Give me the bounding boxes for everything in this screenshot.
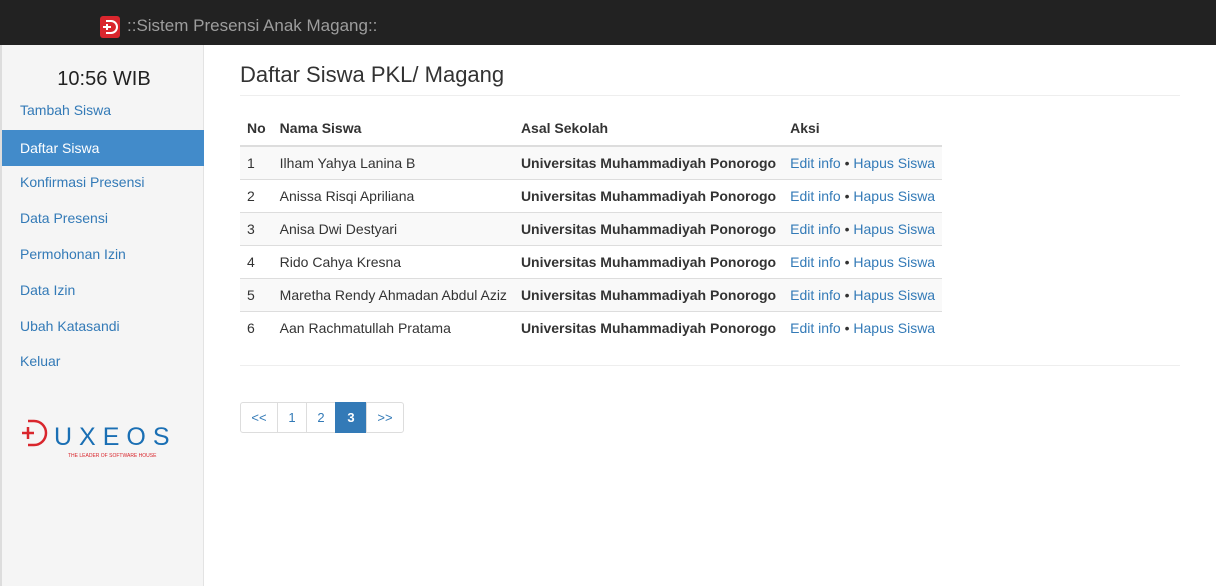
cell-school: Universitas Muhammadiyah Ponorogo bbox=[513, 145, 784, 179]
page-title: Daftar Siswa PKL/ Magang bbox=[240, 62, 505, 87]
sidebar-item-ubah-katasandi[interactable]: Ubah Katasandi bbox=[2, 308, 204, 344]
students-table: No Nama Siswa Asal Sekolah Aksi 1 Ilham … bbox=[240, 111, 943, 344]
hapus-siswa-link[interactable]: Hapus Siswa bbox=[853, 221, 935, 237]
pagination-page-2[interactable]: 2 bbox=[306, 402, 336, 433]
cell-school: Universitas Muhammadiyah Ponorogo bbox=[513, 310, 784, 344]
cell-name: Ilham Yahya Lanina B bbox=[272, 145, 514, 179]
action-separator: • bbox=[844, 220, 850, 237]
hapus-siswa-link[interactable]: Hapus Siswa bbox=[853, 287, 935, 303]
cell-no: 6 bbox=[240, 310, 273, 344]
action-separator: • bbox=[844, 253, 850, 270]
hapus-siswa-link[interactable]: Hapus Siswa bbox=[853, 155, 935, 171]
cell-school: Universitas Muhammadiyah Ponorogo bbox=[513, 277, 784, 311]
sidebar-item-tambah-siswa[interactable]: Tambah Siswa bbox=[2, 92, 204, 128]
cell-actions: Edit info • Hapus Siswa bbox=[783, 277, 943, 311]
table-header-row: No Nama Siswa Asal Sekolah Aksi bbox=[240, 111, 943, 147]
pagination-page-1[interactable]: 1 bbox=[277, 402, 307, 433]
cell-actions: Edit info • Hapus Siswa bbox=[783, 310, 943, 344]
cell-actions: Edit info • Hapus Siswa bbox=[783, 178, 943, 212]
cell-no: 1 bbox=[240, 145, 273, 179]
edit-info-link[interactable]: Edit info bbox=[790, 254, 841, 270]
cell-school: Universitas Muhammadiyah Ponorogo bbox=[513, 178, 784, 212]
cell-name: Anissa Risqi Apriliana bbox=[272, 178, 514, 212]
header-nama-siswa: Nama Siswa bbox=[272, 111, 514, 147]
sidebar-item-konfirmasi-presensi[interactable]: Konfirmasi Presensi bbox=[2, 164, 204, 200]
table-row: 1 Ilham Yahya Lanina B Universitas Muham… bbox=[240, 145, 943, 179]
logo-tagline: THE LEADER OF SOFTWARE HOUSE bbox=[68, 453, 157, 459]
content-divider bbox=[240, 365, 1180, 366]
app-title[interactable]: ::Sistem Presensi Anak Magang:: bbox=[127, 16, 377, 36]
table-row: 6 Aan Rachmatullah Pratama Universitas M… bbox=[240, 310, 943, 344]
action-separator: • bbox=[844, 187, 850, 204]
action-separator: • bbox=[844, 319, 850, 336]
logo-wordmark: UXEOS bbox=[54, 423, 177, 451]
table-row: 2 Anissa Risqi Apriliana Universitas Muh… bbox=[240, 178, 943, 212]
duxeos-icon[interactable] bbox=[100, 16, 120, 38]
pagination-next-button[interactable]: >> bbox=[366, 402, 404, 433]
cell-school: Universitas Muhammadiyah Ponorogo bbox=[513, 211, 784, 245]
table-row: 5 Maretha Rendy Ahmadan Abdul Aziz Unive… bbox=[240, 277, 943, 311]
cell-no: 3 bbox=[240, 211, 273, 245]
cell-actions: Edit info • Hapus Siswa bbox=[783, 211, 943, 245]
sidebar-item-data-izin[interactable]: Data Izin bbox=[2, 272, 204, 308]
sidebar-item-daftar-siswa[interactable]: Daftar Siswa bbox=[2, 130, 204, 166]
cell-name: Maretha Rendy Ahmadan Abdul Aziz bbox=[272, 277, 514, 311]
cell-actions: Edit info • Hapus Siswa bbox=[783, 145, 943, 179]
edit-info-link[interactable]: Edit info bbox=[790, 320, 841, 336]
table-row: 3 Anisa Dwi Destyari Universitas Muhamma… bbox=[240, 211, 943, 245]
sidebar-item-permohonan-izin[interactable]: Permohonan Izin bbox=[2, 236, 204, 272]
duxeos-logo: UXEOS THE LEADER OF SOFTWARE HOUSE bbox=[22, 419, 177, 459]
sidebar-item-keluar[interactable]: Keluar bbox=[2, 343, 204, 379]
cell-actions: Edit info • Hapus Siswa bbox=[783, 244, 943, 278]
cell-no: 2 bbox=[240, 178, 273, 212]
pagination-page-3[interactable]: 3 bbox=[335, 402, 367, 433]
hapus-siswa-link[interactable]: Hapus Siswa bbox=[853, 254, 935, 270]
pagination-prev-button[interactable]: << bbox=[240, 402, 278, 433]
table-row: 4 Rido Cahya Kresna Universitas Muhammad… bbox=[240, 244, 943, 278]
edit-info-link[interactable]: Edit info bbox=[790, 221, 841, 237]
pagination: << 1 2 3 >> bbox=[240, 402, 404, 433]
cell-school: Universitas Muhammadiyah Ponorogo bbox=[513, 244, 784, 278]
header-asal-sekolah: Asal Sekolah bbox=[513, 111, 784, 147]
action-separator: • bbox=[844, 286, 850, 303]
title-divider bbox=[240, 95, 1180, 96]
action-separator: • bbox=[844, 154, 850, 171]
sidebar: 10:56 WIB Tambah Siswa Daftar Siswa Konf… bbox=[0, 45, 204, 586]
header-aksi: Aksi bbox=[783, 111, 943, 147]
sidebar-item-data-presensi[interactable]: Data Presensi bbox=[2, 200, 204, 236]
edit-info-link[interactable]: Edit info bbox=[790, 287, 841, 303]
cell-name: Rido Cahya Kresna bbox=[272, 244, 514, 278]
hapus-siswa-link[interactable]: Hapus Siswa bbox=[853, 320, 935, 336]
edit-info-link[interactable]: Edit info bbox=[790, 155, 841, 171]
clock: 10:56 WIB bbox=[57, 68, 151, 90]
cell-no: 4 bbox=[240, 244, 273, 278]
edit-info-link[interactable]: Edit info bbox=[790, 188, 841, 204]
cell-name: Anisa Dwi Destyari bbox=[272, 211, 514, 245]
top-navbar: ::Sistem Presensi Anak Magang:: bbox=[0, 0, 1216, 45]
hapus-siswa-link[interactable]: Hapus Siswa bbox=[853, 188, 935, 204]
cell-no: 5 bbox=[240, 277, 273, 311]
header-no: No bbox=[240, 111, 273, 147]
cell-name: Aan Rachmatullah Pratama bbox=[272, 310, 514, 344]
